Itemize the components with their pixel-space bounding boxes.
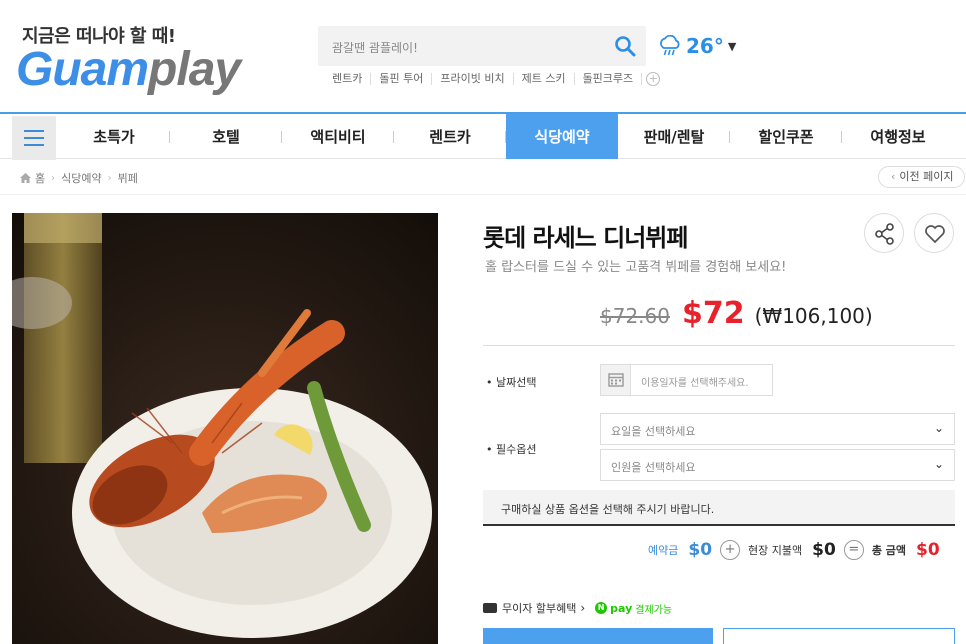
- calendar-icon[interactable]: [601, 365, 631, 395]
- search-input[interactable]: 괌갈땐 괌플레이!: [332, 39, 418, 56]
- onsite-label: 현장 지불액: [748, 544, 803, 557]
- share-button[interactable]: [864, 213, 904, 253]
- people-select[interactable]: 인원을 선택하세요 ⌄: [600, 449, 955, 481]
- breadcrumb-buffet[interactable]: 뷔페: [118, 170, 138, 186]
- rain-cloud-icon: [660, 35, 680, 56]
- chevron-down-icon[interactable]: ▼: [728, 40, 736, 53]
- nav-item-deals[interactable]: 초특가: [58, 114, 170, 159]
- chevron-down-icon: ⌄: [933, 421, 944, 435]
- price-summary: 예약금 $0 + 현장 지불액 $0 = 총 금액 $0: [648, 540, 940, 560]
- option-notice: 구매하실 상품 옵션을 선택해 주시기 바랍니다.: [483, 490, 955, 526]
- logo-wordmark: Guamplay: [16, 43, 241, 96]
- krw-price: (₩106,100): [754, 304, 873, 328]
- date-label: • 날짜선택: [486, 376, 537, 389]
- divider: [0, 194, 966, 195]
- quick-link[interactable]: 돌핀 투어: [371, 73, 433, 85]
- product-photo: [12, 213, 438, 644]
- plus-icon: +: [720, 540, 741, 560]
- book-button[interactable]: [483, 628, 713, 644]
- search-icon[interactable]: [614, 35, 636, 57]
- quick-link[interactable]: 렌트카: [330, 73, 372, 85]
- back-button[interactable]: ‹ 이전 페이지: [878, 166, 965, 188]
- nav-item-rental[interactable]: 판매/렌탈: [618, 114, 730, 159]
- nav-item-travel-info[interactable]: 여행정보: [842, 114, 954, 159]
- quick-link[interactable]: 돌핀크루즈: [575, 73, 643, 85]
- chevron-down-icon: ⌄: [933, 457, 944, 471]
- required-options-label: • 필수옵션: [486, 443, 537, 456]
- equals-icon: =: [843, 540, 864, 560]
- breadcrumb-home[interactable]: 홈: [35, 170, 45, 186]
- menu-icon[interactable]: [12, 116, 56, 160]
- weather-widget[interactable]: 26° ▼: [658, 34, 736, 58]
- quick-link[interactable]: 프라이빗 비치: [432, 73, 514, 85]
- deposit-value: $0: [688, 540, 713, 560]
- npay-icon: N: [595, 602, 608, 614]
- wishlist-button[interactable]: [914, 213, 954, 253]
- more-links-icon[interactable]: +: [646, 72, 661, 86]
- chevron-right-icon: ›: [580, 601, 586, 615]
- breadcrumb-restaurant[interactable]: 식당예약: [61, 170, 101, 186]
- cart-button[interactable]: [723, 628, 955, 644]
- heart-icon: [925, 225, 945, 244]
- credit-card-icon: [483, 603, 497, 613]
- payment-benefits: 무이자 할부혜택 › N pay 결제가능: [483, 600, 672, 616]
- date-input[interactable]: 이용일자를 선택해주세요.: [641, 374, 749, 389]
- site-logo[interactable]: 지금은 떠나야 할 때! Guamplay: [14, 14, 254, 104]
- home-icon: [20, 173, 31, 183]
- quick-link[interactable]: 제트 스키: [514, 73, 575, 85]
- product-subtitle: 홀 랍스터를 드실 수 있는 고품격 뷔페를 경험해 보세요!: [485, 260, 787, 275]
- nav-item-hotel[interactable]: 호텔: [170, 114, 282, 159]
- price-block: $72.60 $72 (₩106,100): [600, 296, 873, 331]
- total-label: 총 금액: [871, 544, 907, 557]
- weather-temperature: 26°: [686, 34, 724, 58]
- quick-links: 렌트카 돌핀 투어 프라이빗 비치 제트 스키 돌핀크루즈 +: [330, 72, 661, 86]
- nav-item-restaurant[interactable]: 식당예약: [506, 114, 618, 159]
- search-bar[interactable]: 괌갈땐 괌플레이!: [318, 26, 646, 66]
- date-picker[interactable]: 이용일자를 선택해주세요.: [600, 364, 773, 396]
- breadcrumb: 홈 › 식당예약 › 뷔페: [20, 170, 138, 186]
- installment-link[interactable]: 무이자 할부혜택: [502, 600, 576, 616]
- npay-badge: N pay 결제가능: [595, 601, 672, 616]
- deposit-label: 예약금: [648, 544, 679, 557]
- onsite-value: $0: [812, 540, 836, 560]
- divider: [483, 345, 955, 346]
- total-value: $0: [916, 540, 940, 560]
- chevron-left-icon: ‹: [891, 170, 896, 183]
- main-nav: 초특가 호텔 액티비티 렌트카 식당예약 판매/렌탈 할인쿠폰 여행정보: [0, 112, 966, 160]
- share-icon: [875, 223, 894, 245]
- product-title: 롯데 라세느 디너뷔페: [483, 224, 688, 252]
- nav-item-rentcar[interactable]: 렌트카: [394, 114, 506, 159]
- day-select[interactable]: 요일을 선택하세요 ⌄: [600, 413, 955, 445]
- nav-item-coupon[interactable]: 할인쿠폰: [730, 114, 842, 159]
- original-price: $72.60: [600, 304, 670, 328]
- nav-item-activity[interactable]: 액티비티: [282, 114, 394, 159]
- sale-price: $72: [681, 296, 745, 331]
